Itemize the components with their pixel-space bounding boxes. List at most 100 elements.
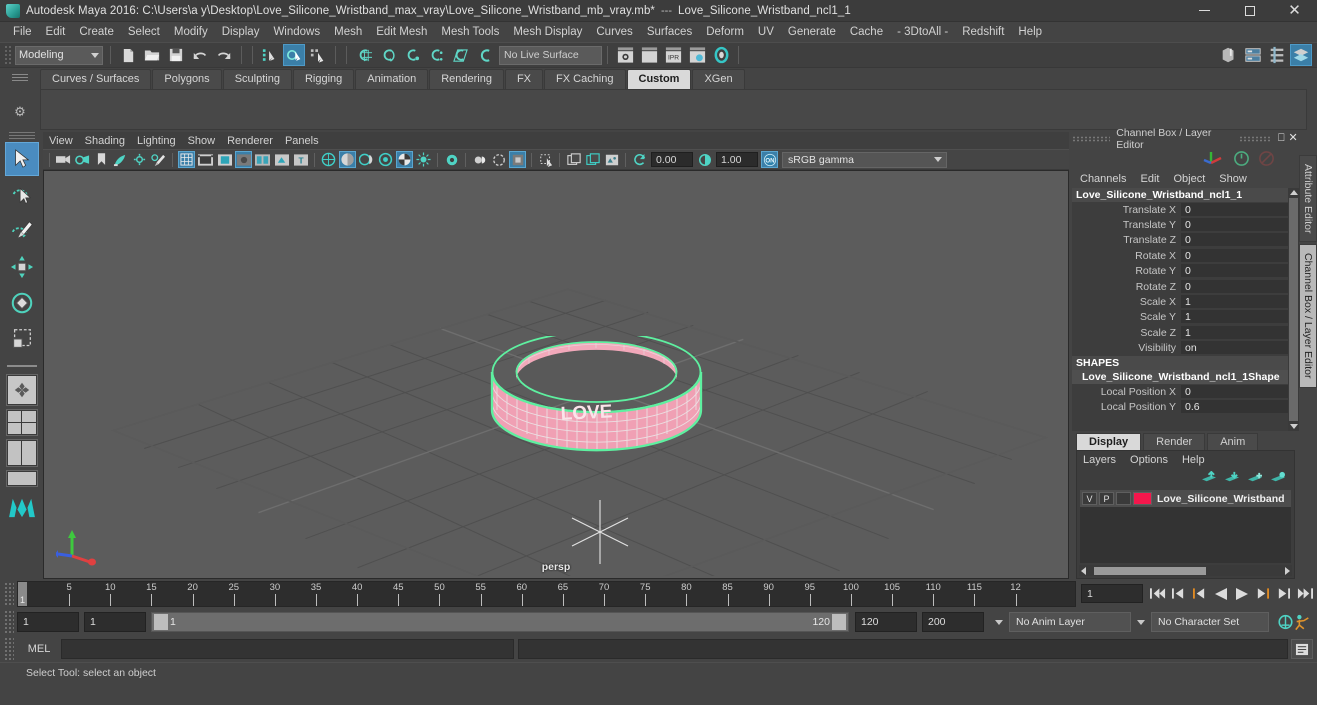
channel-value[interactable]: 0 xyxy=(1181,218,1299,233)
render-current-frame-icon[interactable] xyxy=(614,44,636,66)
shelf-tab-fx[interactable]: FX xyxy=(504,69,544,89)
shade-wireframe-icon[interactable] xyxy=(358,151,375,168)
channel-box-menu-channels[interactable]: Channels xyxy=(1080,173,1126,185)
menu-modify[interactable]: Modify xyxy=(167,24,215,40)
range-slider-grip[interactable] xyxy=(4,610,14,634)
close-button[interactable]: ✕ xyxy=(1272,0,1317,22)
image-plane-icon[interactable] xyxy=(112,151,129,168)
color-space-selector[interactable]: sRGB gamma xyxy=(782,151,947,168)
viewport-menu-view[interactable]: View xyxy=(49,135,81,147)
command-input-field[interactable] xyxy=(61,639,515,659)
motion-blur-icon[interactable] xyxy=(471,151,488,168)
time-slider[interactable]: 1 5 10 15 20 25 30 35 40 45 50 55 60 65 70 75 80 85 90 95 1… xyxy=(17,580,1076,607)
channel-value[interactable]: 0.6 xyxy=(1181,399,1299,414)
menu-set-selector[interactable]: Modeling xyxy=(15,45,103,65)
menu-curves[interactable]: Curves xyxy=(589,24,639,40)
panel-grip-left[interactable] xyxy=(1072,135,1111,142)
chevron-down-icon[interactable] xyxy=(1289,424,1298,429)
menu-3dtoall[interactable]: - 3DtoAll - xyxy=(890,24,955,40)
character-set-selector[interactable]: No Character Set xyxy=(1151,612,1269,632)
step-back-keyframe-button[interactable] xyxy=(1170,584,1187,603)
viewport-menu-renderer[interactable]: Renderer xyxy=(227,135,281,147)
select-by-object-type-icon[interactable] xyxy=(283,44,305,66)
shelf-grip[interactable] xyxy=(12,74,28,82)
shelf-tab-custom[interactable]: Custom xyxy=(626,69,692,89)
viewport-menu-shading[interactable]: Shading xyxy=(85,135,133,147)
menu-mesh-tools[interactable]: Mesh Tools xyxy=(434,24,506,40)
lock-camera-icon[interactable] xyxy=(74,151,91,168)
hypershade-icon[interactable] xyxy=(710,44,732,66)
layout-single-pane-button[interactable] xyxy=(5,374,38,406)
grease-pencil-icon[interactable] xyxy=(150,151,167,168)
channel-row-translate-y[interactable]: Translate Y 0 xyxy=(1072,217,1299,233)
shelf-options-gear-icon[interactable]: ⚙ xyxy=(14,104,26,120)
open-scene-icon[interactable] xyxy=(141,44,163,66)
animation-start-time-field[interactable]: 1 xyxy=(17,612,79,632)
scale-tool-button[interactable] xyxy=(5,322,39,356)
range-slider-bar[interactable]: 1 120 xyxy=(151,612,849,632)
channel-row-scale-x[interactable]: Scale X 1 xyxy=(1072,294,1299,310)
tool-settings-toggle-icon[interactable] xyxy=(1266,44,1288,66)
channel-row-translate-z[interactable]: Translate Z 0 xyxy=(1072,233,1299,248)
menu-file[interactable]: File xyxy=(6,24,39,40)
layer-list[interactable]: V P Love_Silicone_Wristband xyxy=(1080,490,1291,563)
chevron-down-icon[interactable] xyxy=(995,619,1003,625)
snap-to-grid-icon[interactable] xyxy=(353,44,375,66)
exposure-field[interactable]: 0.00 xyxy=(651,152,693,167)
speedometer-icon[interactable] xyxy=(1233,150,1250,167)
new-layer-from-selection-icon[interactable] xyxy=(1270,471,1286,485)
snap-to-view-plane-icon[interactable] xyxy=(449,44,471,66)
viewport-menu-show[interactable]: Show xyxy=(188,135,224,147)
animation-end-time-field[interactable]: 200 xyxy=(922,612,984,632)
select-camera-icon[interactable] xyxy=(55,151,72,168)
step-forward-keyframe-button[interactable] xyxy=(1275,584,1292,603)
channel-row-rotate-z[interactable]: Rotate Z 0 xyxy=(1072,279,1299,294)
depth-of-field-icon[interactable] xyxy=(509,151,526,168)
undock-panel-icon[interactable]: ⎕ xyxy=(1275,132,1287,145)
playback-end-time-field[interactable]: 120 xyxy=(855,612,917,632)
menu-create[interactable]: Create xyxy=(72,24,121,40)
select-by-hierarchy-icon[interactable] xyxy=(259,44,281,66)
wireframe-shading-icon[interactable] xyxy=(320,151,337,168)
minimize-button[interactable] xyxy=(1182,0,1227,22)
resolution-gate-icon[interactable] xyxy=(216,151,233,168)
viewport-3d-canvas[interactable]: LOVE persp xyxy=(43,170,1069,579)
chevron-up-icon[interactable] xyxy=(1289,190,1298,195)
command-output-field[interactable] xyxy=(518,639,1288,659)
layer-tab-anim[interactable]: Anim xyxy=(1207,433,1259,450)
menu-display[interactable]: Display xyxy=(215,24,267,40)
gate-mask-icon[interactable] xyxy=(235,151,252,168)
select-by-component-type-icon[interactable] xyxy=(307,44,329,66)
channel-box-scrollbar[interactable] xyxy=(1288,188,1299,431)
make-live-icon[interactable] xyxy=(473,44,495,66)
scrollbar-thumb[interactable] xyxy=(1094,566,1206,575)
wristband-3d-model[interactable]: LOVE xyxy=(489,336,704,461)
current-time-field[interactable]: 1 xyxy=(1081,584,1143,603)
channel-value[interactable]: 0 xyxy=(1181,384,1299,399)
anim-layer-selector[interactable]: No Anim Layer xyxy=(1009,612,1131,632)
layout-outliner-persp-button[interactable] xyxy=(5,439,38,467)
channel-value[interactable]: 0 xyxy=(1181,264,1299,279)
channel-value[interactable]: on xyxy=(1181,341,1299,356)
menu-select[interactable]: Select xyxy=(121,24,167,40)
layer-display-type-toggle[interactable] xyxy=(1116,492,1131,505)
layer-visibility-toggle[interactable]: V xyxy=(1082,492,1097,505)
restore-button[interactable] xyxy=(1227,0,1272,22)
channel-value[interactable]: 0 xyxy=(1181,202,1299,217)
menu-windows[interactable]: Windows xyxy=(266,24,327,40)
textured-icon[interactable] xyxy=(377,151,394,168)
snapshot-plus-icon[interactable] xyxy=(584,151,601,168)
shelf-tab-animation[interactable]: Animation xyxy=(355,69,429,89)
sidebar-toggle-icon[interactable] xyxy=(1218,44,1240,66)
snap-to-point-icon[interactable] xyxy=(401,44,423,66)
vtab-attribute-editor[interactable]: Attribute Editor xyxy=(1299,155,1317,243)
menu-mesh-display[interactable]: Mesh Display xyxy=(506,24,589,40)
menu-generate[interactable]: Generate xyxy=(781,24,843,40)
menu-cache[interactable]: Cache xyxy=(843,24,890,40)
redo-icon[interactable] xyxy=(213,44,235,66)
close-panel-icon[interactable]: ✕ xyxy=(1287,132,1299,145)
menu-help[interactable]: Help xyxy=(1011,24,1049,40)
screen-space-ao-icon[interactable] xyxy=(443,151,460,168)
chevron-down-icon[interactable] xyxy=(1137,619,1145,625)
step-back-frame-button[interactable] xyxy=(1191,584,1208,603)
